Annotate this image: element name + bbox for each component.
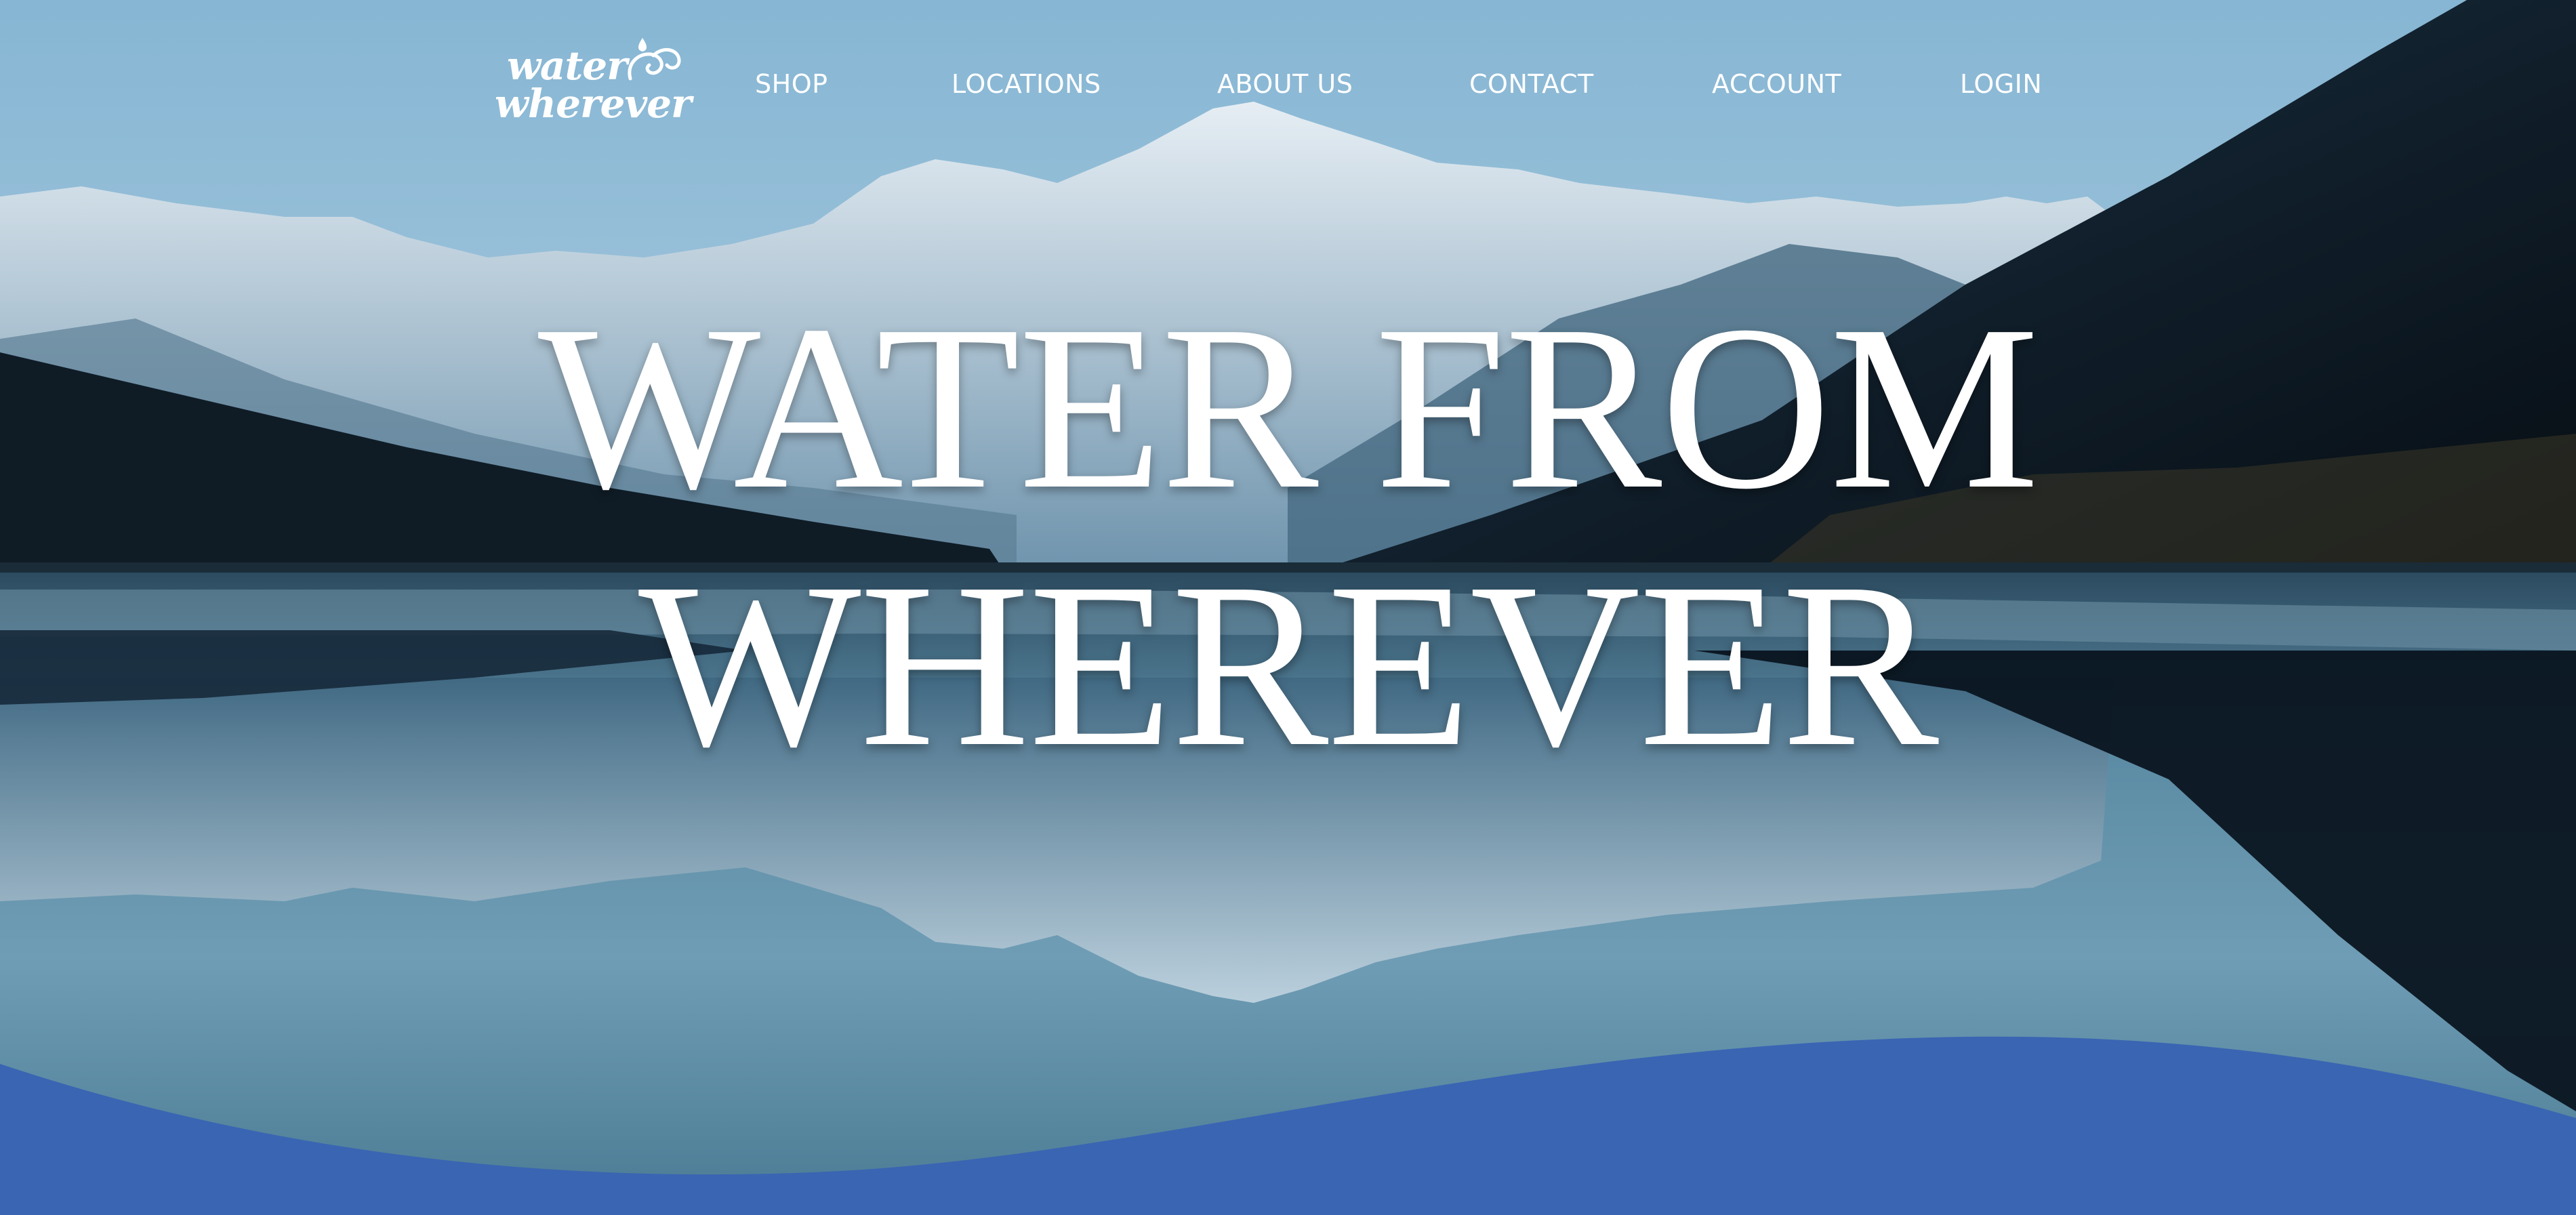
hero-title-line-2: WHEREVER — [638, 535, 1939, 796]
top-navigation: water wherever SHOP LOCATIONS ABOUT US C… — [0, 0, 2576, 169]
logo-text-water: water — [507, 43, 628, 89]
nav-link-about-us[interactable]: ABOUT US — [1217, 65, 1353, 103]
nav-link-shop[interactable]: SHOP — [755, 65, 828, 103]
brand-logo[interactable]: water wherever — [493, 33, 692, 127]
water-drop-swirl-icon — [628, 38, 681, 81]
nav-link-account[interactable]: ACCOUNT — [1712, 65, 1841, 103]
nav-link-contact[interactable]: CONTACT — [1469, 65, 1594, 103]
bottom-wave-divider — [0, 1036, 2576, 1215]
nav-link-login[interactable]: LOGIN — [1960, 65, 2042, 103]
hero-section: water wherever SHOP LOCATIONS ABOUT US C… — [0, 0, 2576, 1215]
hero-title-line-1: WATER FROM — [537, 277, 2039, 538]
nav-link-locations[interactable]: LOCATIONS — [952, 65, 1101, 103]
logo-text-wherever: wherever — [495, 81, 692, 127]
